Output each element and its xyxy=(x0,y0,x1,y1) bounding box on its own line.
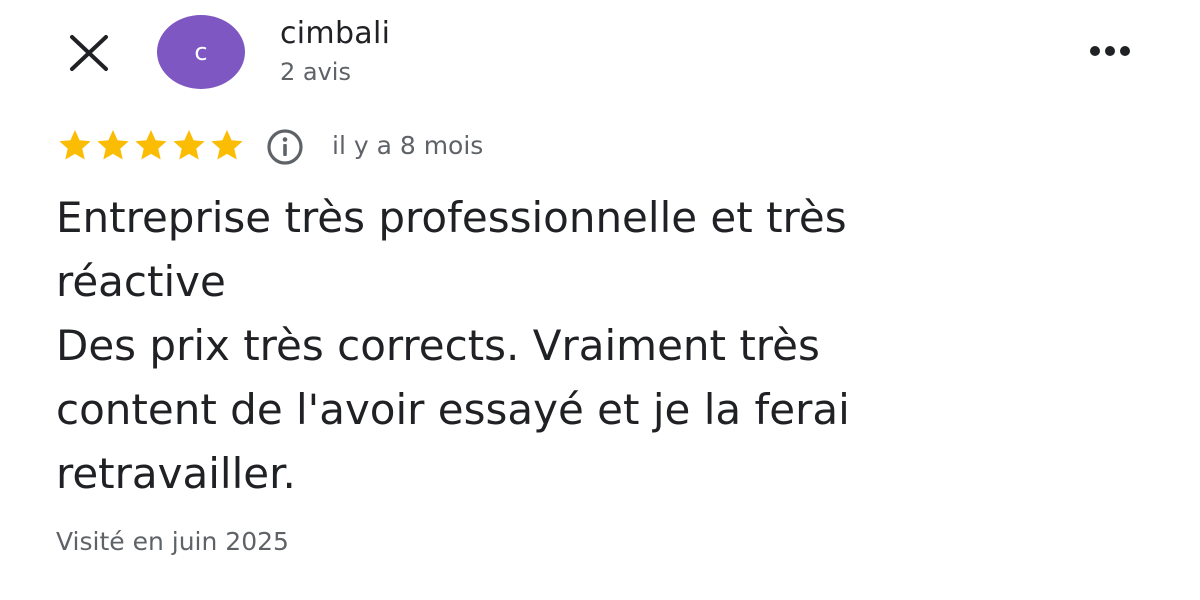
visit-date: Visité en juin 2025 xyxy=(56,527,289,556)
close-icon xyxy=(70,35,108,71)
review-text-line: Entreprise très professionnelle et très xyxy=(56,193,847,242)
more-horizontal-icon xyxy=(1090,46,1130,56)
review-date: il y a 8 mois xyxy=(332,131,484,160)
info-button[interactable] xyxy=(264,128,306,166)
info-icon xyxy=(267,129,303,165)
author-review-count: 2 avis xyxy=(280,58,351,86)
review-text-line: content de l'avoir essayé et je la ferai xyxy=(56,385,850,434)
star-rating xyxy=(56,127,246,165)
close-button[interactable] xyxy=(64,30,114,76)
avatar-initial: c xyxy=(194,38,208,66)
review-card: c cimbali 2 avis il y a 8 mois Entrepris… xyxy=(0,0,1200,600)
star-icon xyxy=(59,130,91,160)
review-text-line: retravailler. xyxy=(56,449,296,498)
review-text: Entreprise très professionnelle et très r… xyxy=(56,186,1056,506)
star-icon xyxy=(135,130,167,160)
more-options-button[interactable] xyxy=(1080,36,1140,66)
review-text-line: réactive xyxy=(56,257,226,306)
star-icon xyxy=(97,130,129,160)
rating-row xyxy=(56,126,246,166)
avatar[interactable]: c xyxy=(157,15,245,89)
review-text-line: Des prix très corrects. Vraiment très xyxy=(56,321,820,370)
star-icon xyxy=(211,130,243,160)
author-name[interactable]: cimbali xyxy=(280,14,390,54)
star-icon xyxy=(173,130,205,160)
